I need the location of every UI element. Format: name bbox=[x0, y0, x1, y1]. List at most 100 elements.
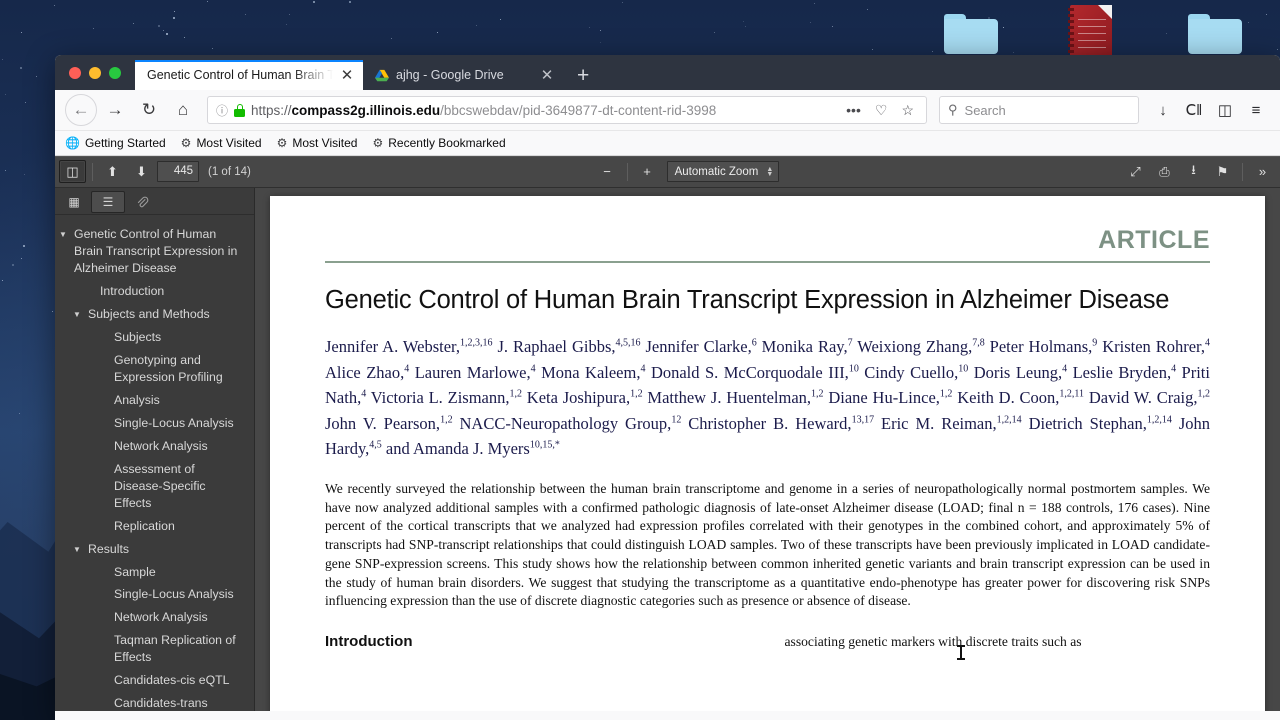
window-controls bbox=[63, 67, 135, 90]
downloads-icon[interactable]: ↓ bbox=[1149, 96, 1177, 124]
bookmark-button[interactable]: ⚑ bbox=[1209, 160, 1236, 183]
outline-item[interactable]: Sample bbox=[59, 561, 248, 584]
caret-down-icon[interactable]: ▼ bbox=[59, 226, 70, 277]
outline-item[interactable]: Single-Locus Analysis bbox=[59, 412, 248, 435]
outline-item[interactable]: Candidates-cis eQTL bbox=[59, 669, 248, 692]
reload-button[interactable]: ↻ bbox=[133, 94, 165, 126]
abstract-text: We recently surveyed the relationship be… bbox=[325, 480, 1210, 609]
pdf-sidebar: ▦ ☰ ▼ Genetic Control of Human Brain Tran… bbox=[55, 188, 255, 711]
close-window-button[interactable] bbox=[69, 67, 81, 79]
section-heading-introduction: Introduction bbox=[325, 633, 413, 651]
print-button[interactable]: ⎙ bbox=[1151, 160, 1178, 183]
outline-item-label: Introduction bbox=[100, 283, 165, 298]
forward-button[interactable]: → bbox=[99, 94, 131, 126]
next-page-button[interactable]: ⬇ bbox=[128, 160, 155, 183]
bookmark-most-visited-1[interactable]: ⚙ Most Visited bbox=[181, 136, 262, 150]
outline-item[interactable]: Assessment of Disease-Specific Effects bbox=[59, 458, 248, 515]
download-button[interactable]: ⭳ bbox=[1180, 160, 1207, 183]
search-bar[interactable]: ⚲ Search bbox=[939, 96, 1139, 124]
previous-page-button[interactable]: ⬆ bbox=[99, 160, 126, 183]
outline-item[interactable]: Network Analysis bbox=[59, 435, 248, 458]
caret-spacer bbox=[99, 586, 110, 603]
article-banner: ARTICLE bbox=[325, 226, 1210, 255]
divider bbox=[92, 162, 93, 181]
page-actions-icon[interactable]: ••• bbox=[842, 102, 865, 118]
pdf-page-1: ARTICLE Genetic Control of Human Brain T… bbox=[270, 196, 1265, 711]
body-columns: Introduction associating genetic markers… bbox=[325, 633, 1210, 652]
page-number-input[interactable]: 445 bbox=[157, 161, 199, 182]
presentation-mode-button[interactable]: ⤢ bbox=[1122, 160, 1149, 183]
close-icon[interactable]: ✕ bbox=[540, 68, 554, 83]
url-text: https://compass2g.illinois.edu/bbcswebda… bbox=[251, 103, 836, 118]
outline-item[interactable]: Introduction bbox=[59, 280, 248, 303]
page-count-label: (1 of 14) bbox=[208, 165, 251, 178]
sidebar-view-tabs: ▦ ☰ bbox=[55, 188, 254, 215]
pdf-toolbar: ◫ ⬆ ⬇ 445 (1 of 14) − + Automatic Zoom ▲… bbox=[55, 156, 1280, 188]
outline-item[interactable]: Replication bbox=[59, 515, 248, 538]
hamburger-menu-icon[interactable]: ≡ bbox=[1242, 96, 1270, 124]
right-column: associating genetic markers with discret… bbox=[785, 633, 1211, 652]
bookmark-getting-started[interactable]: 🌐 Getting Started bbox=[65, 136, 166, 150]
minimize-window-button[interactable] bbox=[89, 67, 101, 79]
bookmark-star-icon[interactable]: ☆ bbox=[897, 102, 918, 119]
outline-item[interactable]: Genotyping and Expression Profiling bbox=[59, 349, 248, 389]
zoom-in-button[interactable]: + bbox=[634, 160, 661, 183]
divider bbox=[1242, 162, 1243, 181]
outline-item[interactable]: ▼ Subjects and Methods bbox=[59, 303, 248, 326]
attachments-view-button[interactable] bbox=[125, 191, 159, 213]
more-tools-button[interactable]: » bbox=[1249, 160, 1276, 183]
new-tab-button[interactable]: + bbox=[563, 65, 603, 90]
caret-spacer bbox=[99, 518, 110, 535]
sidebar-icon[interactable]: ◫ bbox=[1211, 96, 1239, 124]
outline-item[interactable]: Network Analysis bbox=[59, 606, 248, 629]
tab-strip: Genetic Control of Human Brain Tra ✕ ajh… bbox=[55, 55, 1280, 90]
header-rule bbox=[325, 261, 1210, 263]
folder-glyph bbox=[1188, 14, 1242, 54]
close-icon[interactable]: ✕ bbox=[340, 68, 354, 83]
chevron-updown-icon: ▲ ▼ bbox=[766, 165, 774, 178]
notebook-icon[interactable] bbox=[1068, 5, 1112, 60]
caret-spacer bbox=[99, 392, 110, 409]
outline-item-label: Candidates-trans bbox=[114, 696, 208, 711]
outline-item[interactable]: Candidates-trans bbox=[59, 692, 248, 711]
folder-icon-2[interactable] bbox=[1188, 14, 1242, 54]
sidebar-toggle-button[interactable]: ◫ bbox=[59, 160, 86, 183]
zoom-level-select[interactable]: Automatic Zoom ▲ ▼ bbox=[666, 161, 780, 182]
navigation-toolbar: ← → ↻ ⌂ ⓘ https://compass2g.illinois.edu… bbox=[55, 90, 1280, 131]
outline-item[interactable]: Taqman Replication of Effects bbox=[59, 629, 248, 669]
bookmark-most-visited-2[interactable]: ⚙ Most Visited bbox=[277, 136, 358, 150]
zoom-out-button[interactable]: − bbox=[594, 160, 621, 183]
folder-icon-1[interactable] bbox=[944, 14, 998, 54]
thumbnails-view-button[interactable]: ▦ bbox=[57, 191, 91, 213]
home-button[interactable]: ⌂ bbox=[167, 94, 199, 126]
outline-item[interactable]: Subjects bbox=[59, 326, 248, 349]
pocket-icon[interactable]: ♡ bbox=[871, 102, 892, 119]
caret-down-icon[interactable]: ▼ bbox=[73, 306, 84, 323]
library-icon[interactable]: Ⅽ‖ bbox=[1180, 96, 1208, 124]
bookmark-label: Recently Bookmarked bbox=[388, 136, 506, 150]
article-title: Genetic Control of Human Brain Transcrip… bbox=[325, 286, 1170, 314]
outline-item[interactable]: ▼ Results bbox=[59, 538, 248, 561]
site-info-icon[interactable]: ⓘ bbox=[216, 102, 228, 119]
right-column-paragraph: associating genetic markers with discret… bbox=[784, 634, 1082, 650]
back-button[interactable]: ← bbox=[65, 94, 97, 126]
address-bar[interactable]: ⓘ https://compass2g.illinois.edu/bbcsweb… bbox=[207, 96, 927, 124]
tab-google-drive[interactable]: ajhg - Google Drive ✕ bbox=[363, 60, 563, 90]
caret-down-icon[interactable]: ▼ bbox=[73, 541, 84, 558]
document-outline-view-button[interactable]: ☰ bbox=[91, 191, 125, 213]
caret-spacer bbox=[99, 438, 110, 455]
gear-icon: ⚙ bbox=[372, 136, 384, 150]
outline-item-label: Results bbox=[88, 541, 130, 556]
tab-pdf-article[interactable]: Genetic Control of Human Brain Tra ✕ bbox=[135, 60, 363, 90]
outline-item-label: Single-Locus Analysis bbox=[114, 587, 234, 602]
bookmark-recently-bookmarked[interactable]: ⚙ Recently Bookmarked bbox=[372, 136, 505, 150]
caret-spacer bbox=[99, 352, 110, 386]
outline-item[interactable]: Analysis bbox=[59, 389, 248, 412]
caret-spacer bbox=[99, 609, 110, 626]
bookmark-label: Getting Started bbox=[84, 136, 166, 150]
outline-item[interactable]: Single-Locus Analysis bbox=[59, 583, 248, 606]
pdf-page-area[interactable]: ARTICLE Genetic Control of Human Brain T… bbox=[255, 188, 1280, 711]
outline-item[interactable]: ▼ Genetic Control of Human Brain Transcri… bbox=[59, 223, 248, 280]
search-input[interactable]: Search bbox=[965, 103, 1006, 118]
maximize-window-button[interactable] bbox=[109, 67, 121, 79]
